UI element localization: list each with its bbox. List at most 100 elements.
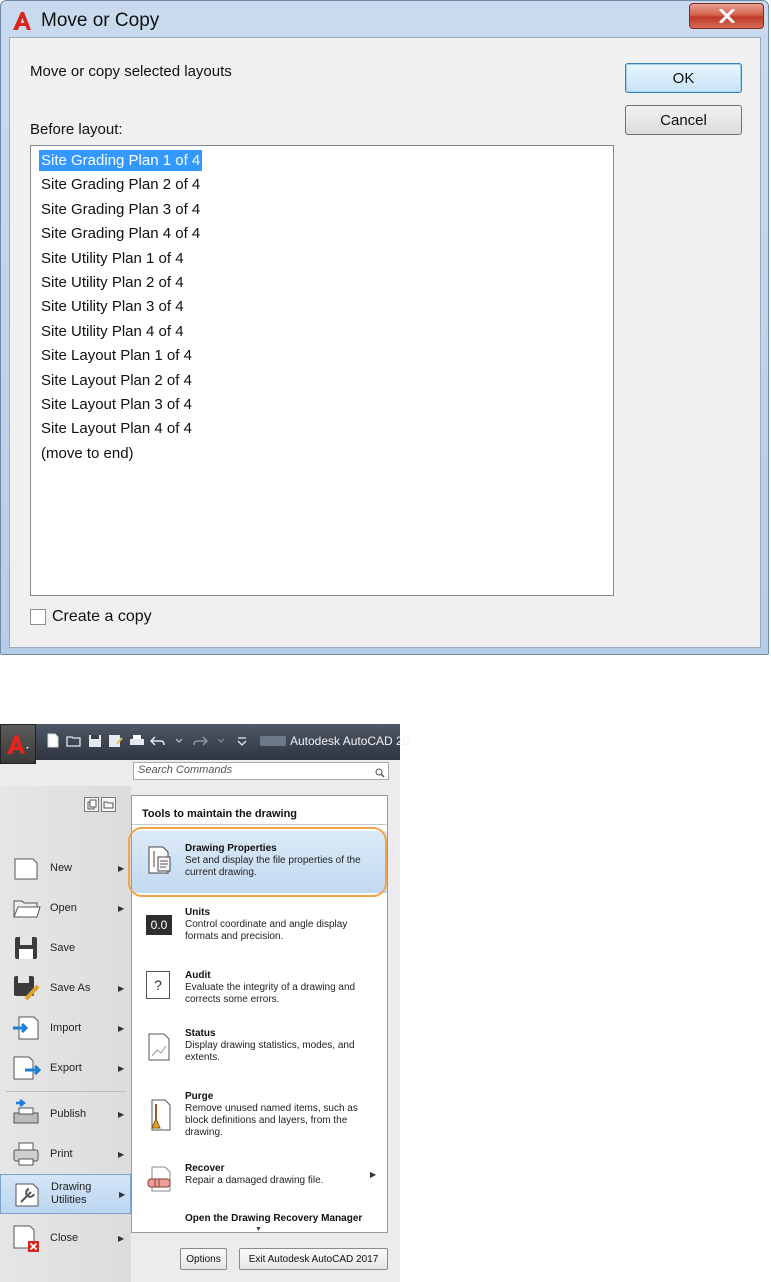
open-documents-icon[interactable] bbox=[101, 797, 116, 812]
customize-toolbar-icon[interactable] bbox=[233, 732, 250, 749]
entry-title: Audit bbox=[185, 970, 211, 981]
recover-icon bbox=[147, 1166, 171, 1192]
list-item[interactable]: Site Grading Plan 1 of 4 bbox=[31, 149, 613, 173]
submenu-heading: Tools to maintain the drawing bbox=[142, 808, 298, 820]
submenu-arrow-icon: ▶ bbox=[118, 1149, 125, 1159]
create-copy-label[interactable]: Create a copy bbox=[52, 608, 152, 626]
menu-item-export[interactable]: Export ▶ bbox=[0, 1048, 131, 1088]
save-as-icon bbox=[14, 976, 40, 1001]
import-icon bbox=[13, 1016, 39, 1040]
heading-divider bbox=[132, 824, 387, 825]
options-button[interactable]: Options bbox=[180, 1248, 227, 1270]
entry-description: Remove unused named items, such as block… bbox=[185, 1103, 358, 1138]
save-as-icon[interactable] bbox=[107, 732, 124, 749]
redo-icon[interactable] bbox=[191, 732, 208, 749]
application-menu-button[interactable] bbox=[0, 724, 36, 764]
menu-item-label: Close bbox=[50, 1231, 79, 1244]
blurred-filename bbox=[260, 736, 286, 746]
entry-title: Recover bbox=[185, 1163, 225, 1174]
before-layout-label: Before layout: bbox=[30, 121, 123, 138]
search-commands-field[interactable]: Search Commands bbox=[133, 762, 389, 780]
undo-icon[interactable] bbox=[149, 732, 166, 749]
layout-listbox[interactable]: Site Grading Plan 1 of 4 Site Grading Pl… bbox=[30, 145, 614, 596]
create-copy-checkbox[interactable] bbox=[30, 609, 46, 625]
list-item[interactable]: Site Grading Plan 4 of 4 bbox=[31, 222, 613, 246]
list-item[interactable]: Site Utility Plan 3 of 4 bbox=[31, 295, 613, 319]
ok-button[interactable]: OK bbox=[625, 63, 742, 93]
list-item[interactable]: Site Grading Plan 3 of 4 bbox=[31, 198, 613, 222]
entry-description: Control coordinate and angle display for… bbox=[185, 919, 348, 942]
list-item[interactable]: (move to end) bbox=[31, 442, 613, 466]
entry-title: Units bbox=[185, 907, 210, 918]
menu-item-drawing-utilities[interactable]: Drawing Utilities ▶ bbox=[0, 1174, 131, 1214]
close-document-icon bbox=[13, 1225, 39, 1252]
list-item-label: Site Layout Plan 3 of 4 bbox=[41, 395, 192, 413]
menu-item-save-as[interactable]: Save As ▶ bbox=[0, 968, 131, 1008]
menu-item-save[interactable]: Save bbox=[0, 928, 131, 968]
highlight-callout bbox=[128, 827, 387, 897]
close-button[interactable] bbox=[689, 3, 764, 29]
scroll-down-icon[interactable]: ▼ bbox=[255, 1226, 262, 1232]
menu-item-import[interactable]: Import ▶ bbox=[0, 1008, 131, 1048]
new-file-icon[interactable] bbox=[44, 732, 61, 749]
list-item[interactable]: Site Utility Plan 4 of 4 bbox=[31, 320, 613, 344]
menu-item-label: Export bbox=[50, 1061, 82, 1074]
units-icon: 0.0 bbox=[146, 915, 172, 935]
list-item[interactable]: Site Utility Plan 2 of 4 bbox=[31, 271, 613, 295]
list-item-label: Site Utility Plan 3 of 4 bbox=[41, 298, 184, 316]
list-item-label: Site Utility Plan 4 of 4 bbox=[41, 322, 184, 340]
create-copy-row: Create a copy bbox=[30, 608, 152, 626]
open-folder-icon bbox=[13, 900, 41, 918]
drawing-utilities-icon bbox=[15, 1183, 39, 1207]
submenu-arrow-icon: ▶ bbox=[118, 983, 125, 993]
purge-item[interactable]: Purge Remove unused named items, such as… bbox=[132, 1090, 387, 1152]
menu-item-publish[interactable]: Publish ▶ bbox=[0, 1094, 131, 1134]
cancel-button[interactable]: Cancel bbox=[625, 105, 742, 135]
list-item[interactable]: Site Grading Plan 2 of 4 bbox=[31, 173, 613, 197]
units-item[interactable]: 0.0 Units Control coordinate and angle d… bbox=[132, 906, 387, 956]
entry-description: Repair a damaged drawing file. bbox=[185, 1175, 324, 1186]
autocad-logo-icon bbox=[7, 735, 29, 754]
list-item-label: Site Grading Plan 2 of 4 bbox=[41, 176, 201, 194]
recover-item[interactable]: Recover Repair a damaged drawing file. ▶ bbox=[132, 1162, 387, 1202]
entry-title: Status bbox=[185, 1028, 216, 1039]
exit-autocad-button[interactable]: Exit Autodesk AutoCAD 2017 bbox=[239, 1248, 388, 1270]
application-title: Autodesk AutoCAD 20 bbox=[290, 734, 410, 748]
list-item[interactable]: Site Utility Plan 1 of 4 bbox=[31, 247, 613, 271]
recent-documents-icon[interactable] bbox=[84, 797, 99, 812]
save-icon[interactable] bbox=[86, 732, 103, 749]
menu-item-close[interactable]: Close ▶ bbox=[0, 1218, 131, 1258]
status-item[interactable]: Status Display drawing statistics, modes… bbox=[132, 1027, 387, 1077]
undo-dropdown-icon[interactable] bbox=[170, 732, 187, 749]
audit-item[interactable]: ? Audit Evaluate the integrity of a draw… bbox=[132, 968, 387, 1018]
redo-dropdown-icon[interactable] bbox=[212, 732, 229, 749]
entry-description: Evaluate the integrity of a drawing and … bbox=[185, 982, 356, 1005]
search-placeholder: Search Commands bbox=[138, 764, 233, 776]
dialog-body: Move or copy selected layouts OK Cancel … bbox=[9, 37, 761, 648]
menu-item-new[interactable]: New ▶ bbox=[0, 848, 131, 888]
entry-title: Purge bbox=[185, 1091, 214, 1102]
menu-item-print[interactable]: Print ▶ bbox=[0, 1134, 131, 1174]
entry-description: Display drawing statistics, modes, and e… bbox=[185, 1040, 355, 1063]
menu-item-label: Save bbox=[50, 941, 76, 954]
move-or-copy-dialog: Move or Copy Move or copy selected layou… bbox=[0, 0, 769, 655]
export-icon bbox=[13, 1056, 41, 1080]
list-item[interactable]: Site Layout Plan 4 of 4 bbox=[31, 417, 613, 441]
autocad-application-menu: Autodesk AutoCAD 20 Search Commands New … bbox=[0, 724, 409, 1282]
entry-title: Open the Drawing Recovery Manager bbox=[185, 1213, 363, 1224]
search-icon[interactable] bbox=[375, 765, 385, 783]
status-icon bbox=[148, 1033, 170, 1061]
submenu-arrow-icon: ▶ bbox=[118, 903, 125, 913]
audit-icon: ? bbox=[146, 971, 170, 999]
dialog-titlebar: Move or Copy bbox=[11, 7, 159, 35]
application-menu-left-pane: New ▶ Open ▶ Save Save As ▶ Import ▶ Exp… bbox=[0, 786, 131, 1282]
menu-item-label: Open bbox=[50, 901, 77, 914]
plot-icon[interactable] bbox=[128, 732, 145, 749]
open-folder-icon[interactable] bbox=[65, 732, 82, 749]
list-item[interactable]: Site Layout Plan 2 of 4 bbox=[31, 369, 613, 393]
menu-item-open[interactable]: Open ▶ bbox=[0, 888, 131, 928]
list-item[interactable]: Site Layout Plan 3 of 4 bbox=[31, 393, 613, 417]
list-item-label: Site Layout Plan 2 of 4 bbox=[41, 371, 192, 389]
list-item[interactable]: Site Layout Plan 1 of 4 bbox=[31, 344, 613, 368]
purge-broom-icon bbox=[151, 1099, 171, 1131]
